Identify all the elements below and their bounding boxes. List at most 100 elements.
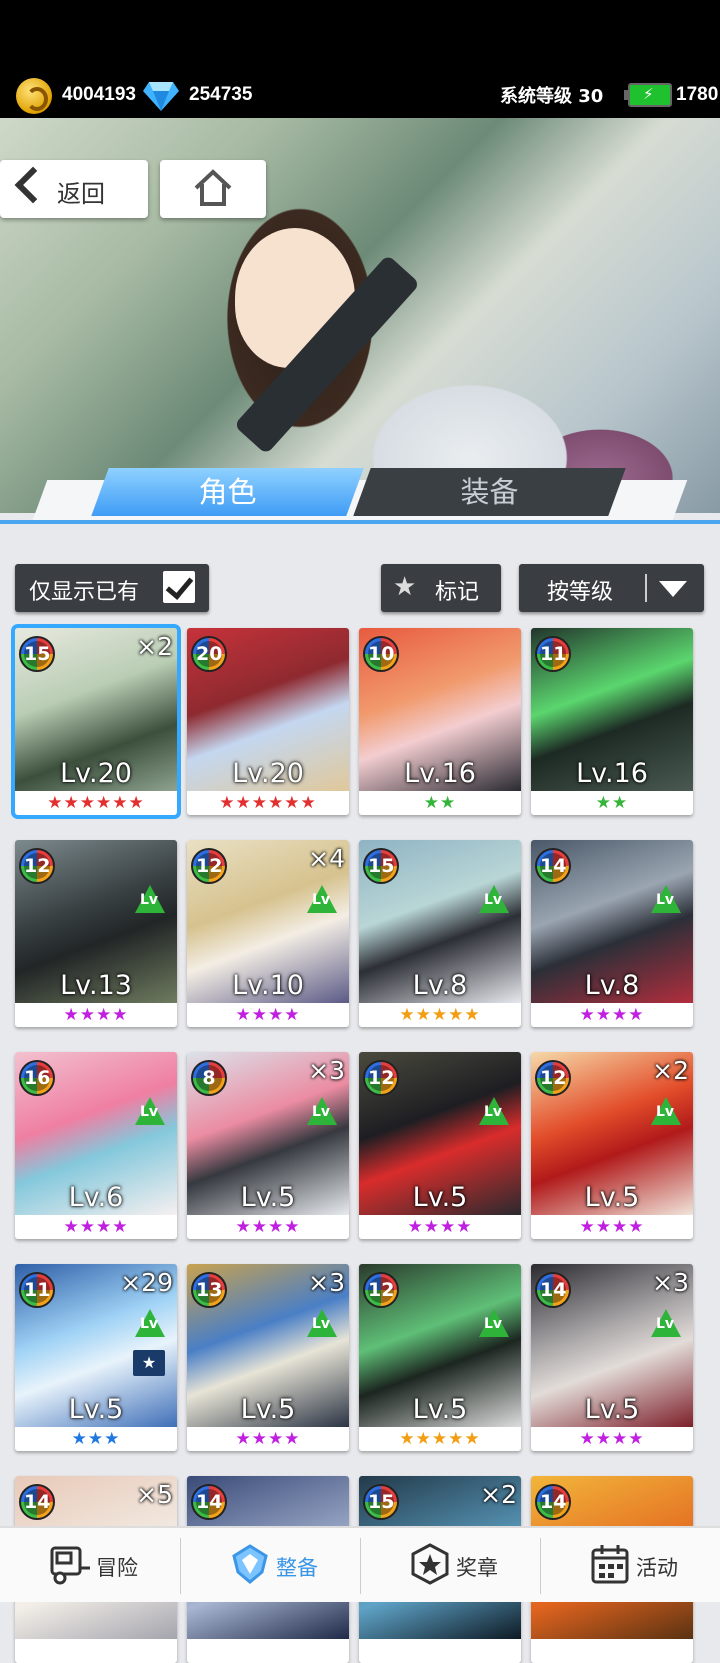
character-card[interactable]: 13 ×3 Lv Lv.5 ★★★★: [187, 1264, 349, 1451]
character-card[interactable]: 15 Lv Lv.8 ★★★★★: [359, 840, 521, 1027]
checkbox-checked-icon[interactable]: [163, 571, 195, 603]
home-button[interactable]: [160, 160, 266, 218]
character-level: Lv.16: [576, 758, 648, 789]
star-rating: ★★★★: [235, 1005, 301, 1025]
rarity-value: 10: [368, 641, 395, 667]
owned-only-label: 仅显示已有: [29, 580, 140, 605]
rarity-badge: 14: [535, 1484, 571, 1520]
rarity-value: 12: [196, 853, 223, 879]
rarity-value: 12: [24, 853, 51, 879]
character-card[interactable]: 10 Lv.16 ★★: [359, 628, 521, 815]
character-level: Lv.6: [68, 1182, 124, 1213]
character-card[interactable]: 15 ×2 Lv.20 ★★★★★★: [15, 628, 177, 815]
level-up-icon: Lv: [307, 885, 337, 915]
rarity-value: 11: [540, 641, 567, 667]
energy-count: 1780: [676, 84, 719, 105]
tab-divider: [0, 520, 720, 524]
level-up-icon: Lv: [479, 885, 509, 915]
star-rating: ★★★★★★: [47, 793, 145, 813]
character-level: Lv.20: [60, 758, 132, 789]
rarity-value: 12: [368, 1065, 395, 1091]
character-level: Lv.5: [412, 1394, 468, 1425]
coin-count: 4004193: [62, 84, 136, 105]
character-card[interactable]: 8 ×3 Lv Lv.5 ★★★★: [187, 1052, 349, 1239]
level-up-icon: Lv: [135, 1097, 165, 1127]
home-icon: [194, 169, 232, 206]
status-bar: 4004193 254735 系统等级 30 ⚡ 1780: [0, 0, 720, 120]
character-card[interactable]: 14 ×3 Lv Lv.5 ★★★★: [531, 1264, 693, 1451]
character-level: Lv.13: [60, 970, 132, 1001]
rarity-value: 14: [540, 853, 567, 879]
rarity-badge: 12: [535, 1060, 571, 1096]
level-up-icon: Lv: [307, 1309, 337, 1339]
rarity-badge: 16: [19, 1060, 55, 1096]
tab-equipment[interactable]: 装备: [353, 468, 626, 516]
character-level: Lv.16: [404, 758, 476, 789]
tab-strip: 角色 装备: [0, 468, 720, 530]
rarity-badge: 14: [191, 1484, 227, 1520]
star-rating: ★★★★: [63, 1217, 129, 1237]
duplicate-count: ×2: [652, 1056, 689, 1085]
level-up-icon: Lv: [651, 885, 681, 915]
rarity-value: 12: [368, 1277, 395, 1303]
character-card[interactable]: 12 ×2 Lv Lv.5 ★★★★: [531, 1052, 693, 1239]
rarity-badge: 14: [535, 848, 571, 884]
character-card[interactable]: 11 ×29 Lv ★ Lv.5 ★★★: [15, 1264, 177, 1451]
rarity-badge: 14: [19, 1484, 55, 1520]
character-level: Lv.5: [68, 1394, 124, 1425]
rarity-value: 8: [196, 1065, 222, 1091]
nav-events[interactable]: 活动: [540, 1528, 720, 1602]
rarity-badge: 15: [363, 1484, 399, 1520]
level-up-icon: Lv: [135, 1309, 165, 1339]
rarity-badge: 15: [19, 636, 55, 672]
star-rating: ★★★★: [235, 1217, 301, 1237]
duplicate-count: ×29: [120, 1268, 173, 1297]
rarity-badge: 14: [535, 1272, 571, 1308]
character-level: Lv.5: [584, 1182, 640, 1213]
rarity-badge: 12: [191, 848, 227, 884]
mark-button[interactable]: ★ 标记: [381, 564, 501, 612]
star-rating: ★★★★★★: [219, 793, 317, 813]
character-card[interactable]: 20 Lv.20 ★★★★★★: [187, 628, 349, 815]
character-level: Lv.5: [240, 1394, 296, 1425]
character-card[interactable]: 12 Lv Lv.13 ★★★★: [15, 840, 177, 1027]
sort-divider: [645, 574, 647, 602]
character-level: Lv.5: [584, 1394, 640, 1425]
duplicate-count: ×4: [308, 844, 345, 873]
character-level: Lv.5: [412, 1182, 468, 1213]
level-up-icon: Lv: [135, 885, 165, 915]
sort-label: 按等级: [547, 580, 614, 605]
character-card[interactable]: 12 Lv Lv.5 ★★★★★: [359, 1264, 521, 1451]
character-card[interactable]: 12 ×4 Lv Lv.10 ★★★★: [187, 840, 349, 1027]
character-card[interactable]: 16 Lv Lv.6 ★★★★: [15, 1052, 177, 1239]
energy-icon: ⚡: [624, 83, 672, 107]
rarity-value: 13: [196, 1277, 223, 1303]
star-rating: ★★★★: [579, 1005, 645, 1025]
rarity-value: 12: [540, 1065, 567, 1091]
nav-medal[interactable]: 奖章: [360, 1528, 540, 1602]
back-button[interactable]: 返回: [0, 160, 148, 218]
rarity-badge: 10: [363, 636, 399, 672]
chevron-down-icon: [659, 581, 687, 597]
character-level: Lv.8: [412, 970, 468, 1001]
mark-label: 标记: [435, 580, 480, 605]
character-level: Lv.20: [232, 758, 304, 789]
nav-adventure[interactable]: 冒险: [0, 1528, 180, 1602]
star-rating: ★★★★★: [399, 1429, 481, 1449]
tab-character[interactable]: 角色: [91, 468, 364, 516]
rarity-badge: 11: [535, 636, 571, 672]
character-card[interactable]: 12 Lv Lv.5 ★★★★: [359, 1052, 521, 1239]
chevron-left-icon: [14, 166, 52, 204]
sort-dropdown[interactable]: 按等级: [519, 564, 704, 612]
character-card[interactable]: 11 Lv.16 ★★: [531, 628, 693, 815]
character-card[interactable]: 14 Lv Lv.8 ★★★★: [531, 840, 693, 1027]
diamond-count: 254735: [189, 84, 253, 105]
owned-only-toggle[interactable]: 仅显示已有: [15, 564, 209, 612]
character-level: Lv.5: [240, 1182, 296, 1213]
star-up-icon: ★: [133, 1350, 165, 1376]
star-rating: ★★★★: [235, 1429, 301, 1449]
rarity-value: 20: [196, 641, 223, 667]
rarity-value: 14: [196, 1489, 223, 1515]
level-up-icon: Lv: [479, 1097, 509, 1127]
nav-prepare[interactable]: 整备: [180, 1528, 360, 1602]
